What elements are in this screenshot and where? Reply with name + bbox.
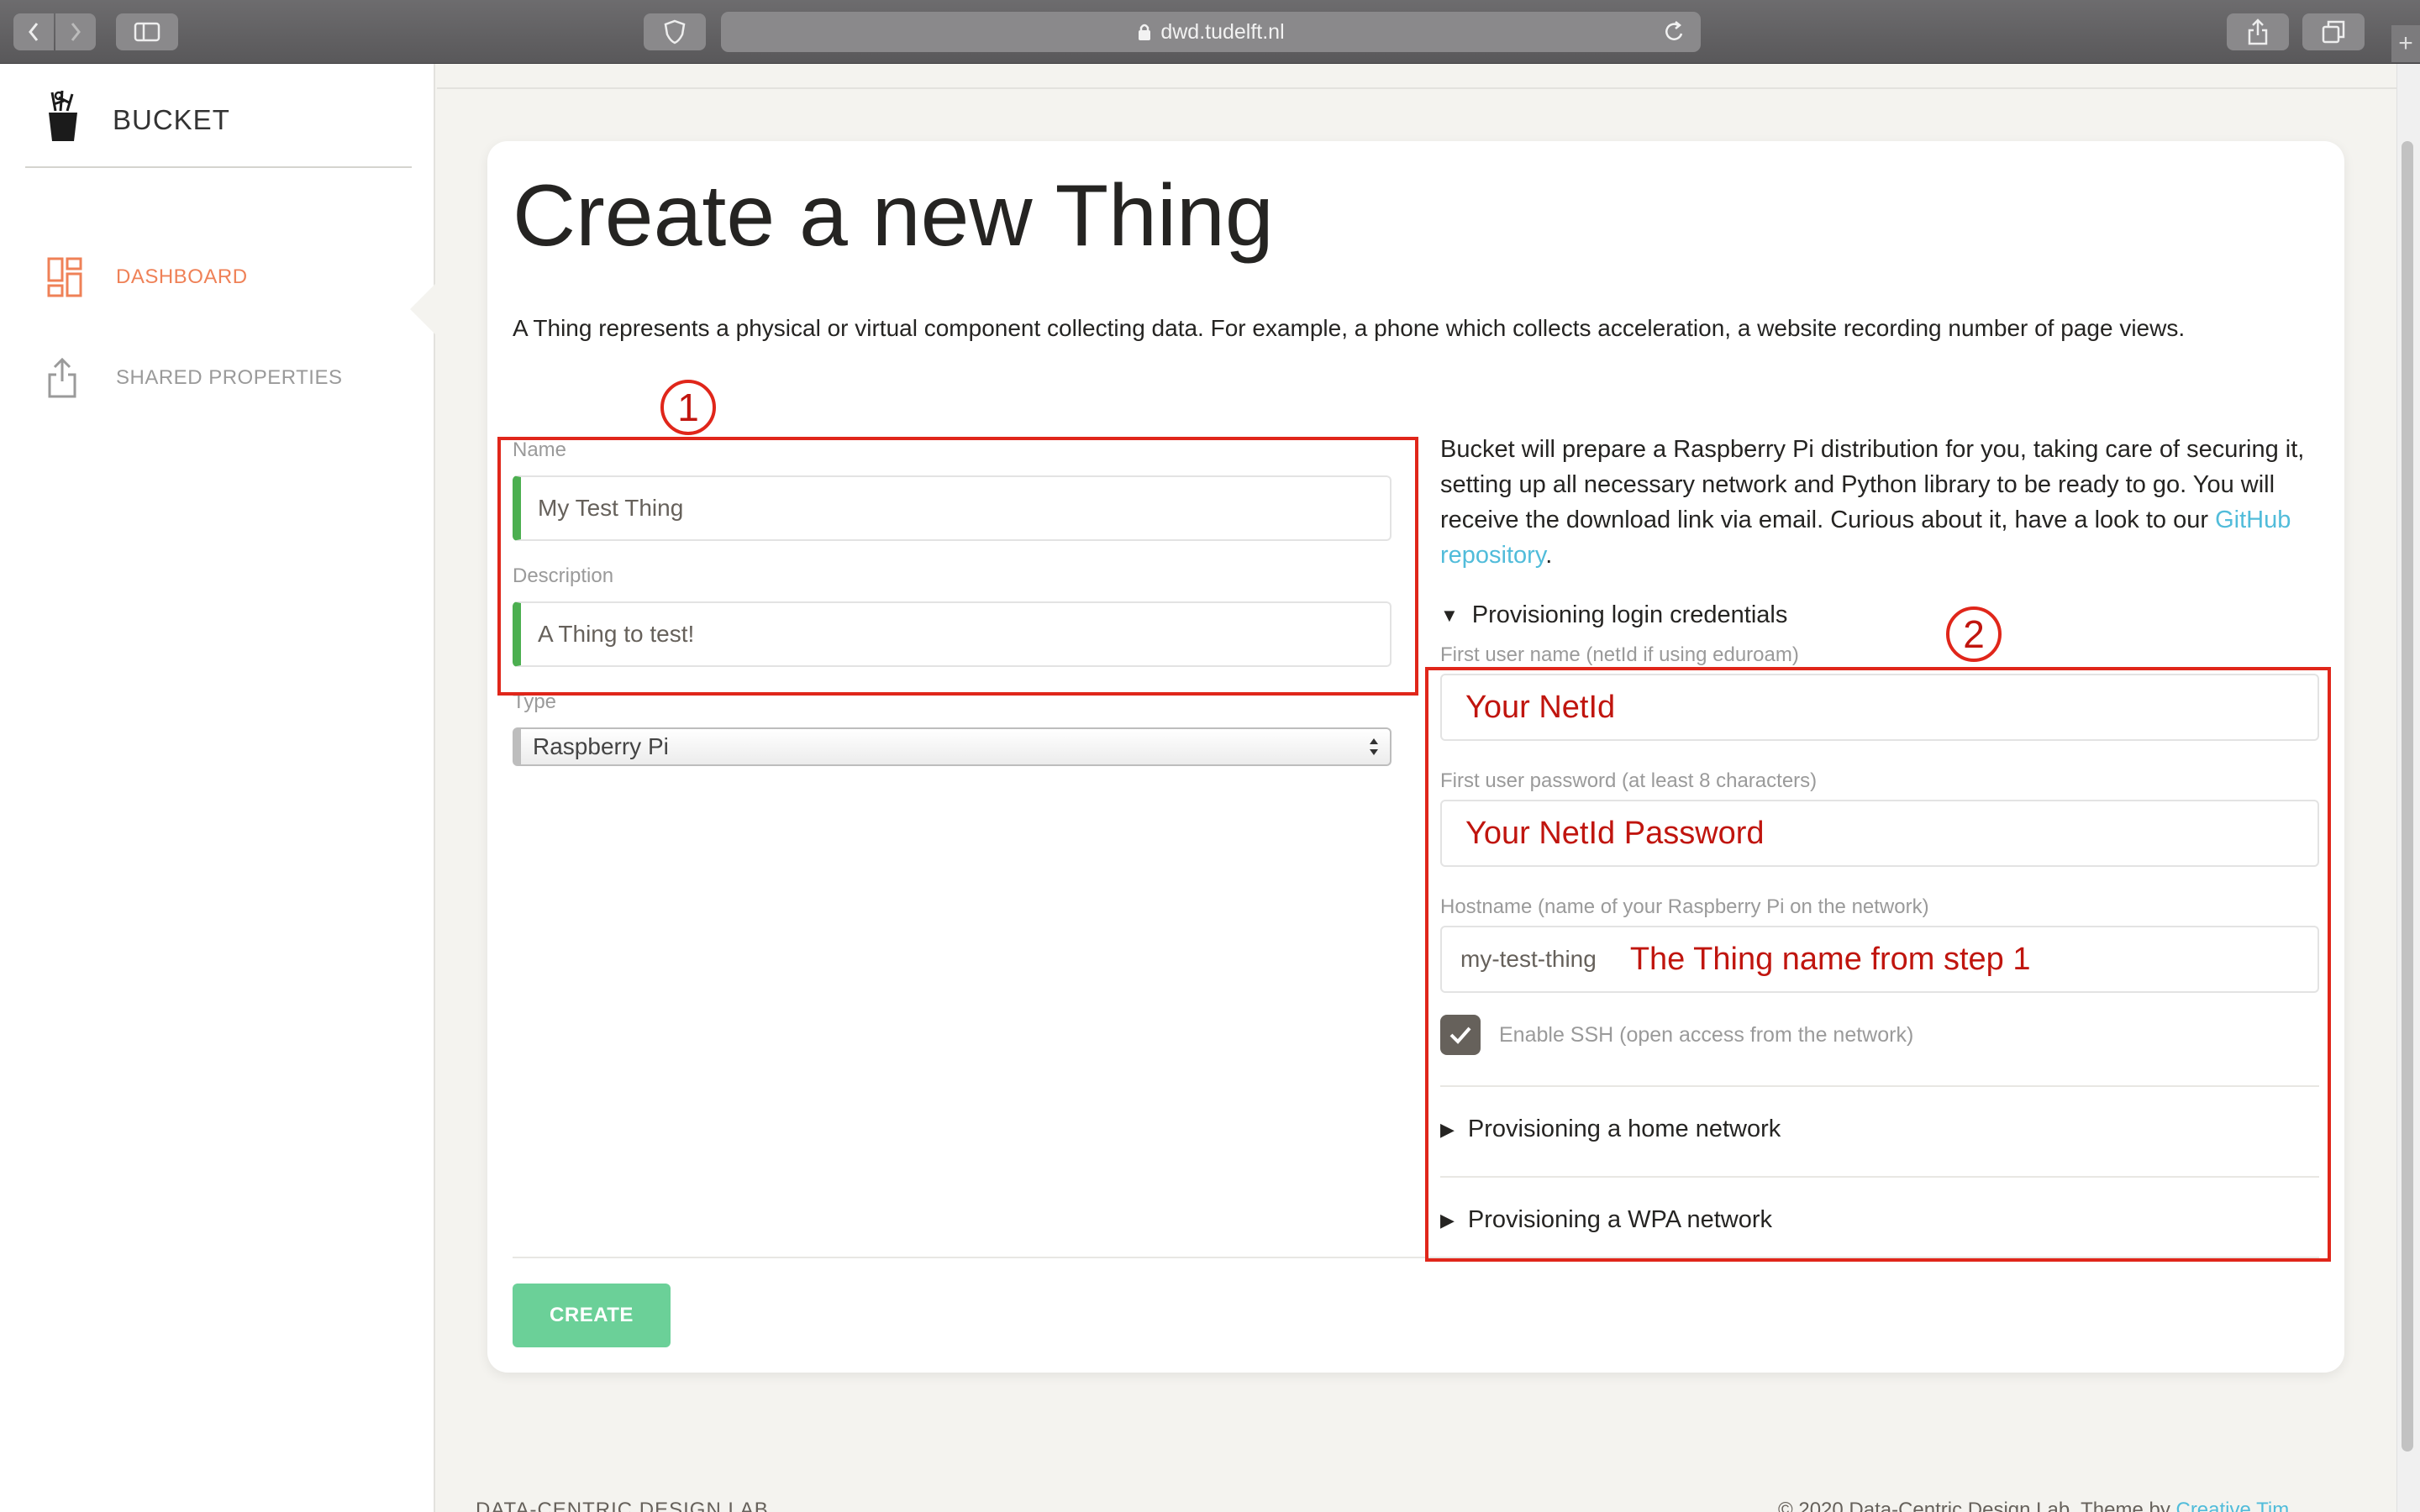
step1-annotation-box (497, 437, 1418, 696)
create-button[interactable]: CREATE (513, 1284, 671, 1347)
footer-right: © 2020 Data-Centric Design Lab. Theme by… (1778, 1499, 2341, 1512)
scrollbar-thumb[interactable] (2402, 141, 2413, 1452)
tabs-button[interactable] (2302, 13, 2365, 50)
type-select[interactable]: Raspberry Pi (513, 727, 1392, 766)
chevron-left-icon (29, 23, 39, 41)
sidebar-item-label: SHARED PROPERTIES (116, 366, 343, 389)
provisioning-login-summary[interactable]: ▼ Provisioning login credentials (1440, 601, 1787, 629)
bucket-logo-icon (49, 90, 77, 141)
plus-icon: + (2398, 29, 2413, 57)
username-label: First user name (netId if using eduroam) (1440, 643, 1799, 666)
privacy-button[interactable] (644, 13, 706, 50)
back-button[interactable] (13, 13, 54, 50)
share-icon (48, 358, 76, 398)
sidebar-toggle-button[interactable] (116, 13, 178, 50)
select-arrows-icon (1370, 738, 1378, 755)
step2-annotation-box (1425, 667, 2331, 1262)
page-title: Create a new Thing (513, 167, 1274, 265)
active-item-caret (410, 284, 435, 334)
sidebar-divider (25, 166, 412, 168)
sidebar-toggle-icon (134, 22, 160, 42)
sidebar-item-dashboard[interactable]: DASHBOARD (0, 244, 434, 311)
browser-toolbar: dwd.tudelft.nl + (0, 0, 2420, 64)
top-divider (437, 87, 2403, 89)
footer-left: DATA-CENTRIC DESIGN LAB (476, 1499, 769, 1512)
address-bar[interactable]: dwd.tudelft.nl (721, 12, 1701, 52)
share-icon (2248, 18, 2268, 45)
intro-text: A Thing represents a physical or virtual… (513, 315, 2186, 341)
sidebar-item-shared-properties[interactable]: SHARED PROPERTIES (0, 344, 434, 412)
footer-link[interactable]: Creative Tim (2175, 1499, 2289, 1512)
reload-icon[interactable] (1664, 20, 1686, 44)
tabs-icon (2322, 20, 2345, 44)
step1-annotation-number: 1 (660, 380, 716, 435)
chevron-right-icon (71, 23, 81, 41)
sidebar: BUCKET DASHBOARD SHARED PROPERTIES (0, 64, 435, 1512)
provisioning-description: Bucket will prepare a Raspberry Pi distr… (1440, 436, 2305, 569)
share-button[interactable] (2227, 13, 2289, 50)
url-text: dwd.tudelft.nl (1160, 19, 1285, 44)
create-thing-card: Create a new Thing A Thing represents a … (487, 141, 2344, 1373)
expanded-triangle-icon: ▼ (1440, 604, 1459, 626)
new-tab-button[interactable]: + (2391, 25, 2420, 62)
forward-button[interactable] (55, 13, 96, 50)
lock-icon (1139, 24, 1151, 40)
shield-icon (664, 19, 686, 45)
type-value: Raspberry Pi (533, 733, 669, 759)
dashboard-icon (47, 257, 82, 297)
step2-annotation-number: 2 (1946, 606, 2002, 662)
sidebar-item-label: DASHBOARD (116, 265, 248, 288)
brand-name: BUCKET (113, 104, 230, 135)
